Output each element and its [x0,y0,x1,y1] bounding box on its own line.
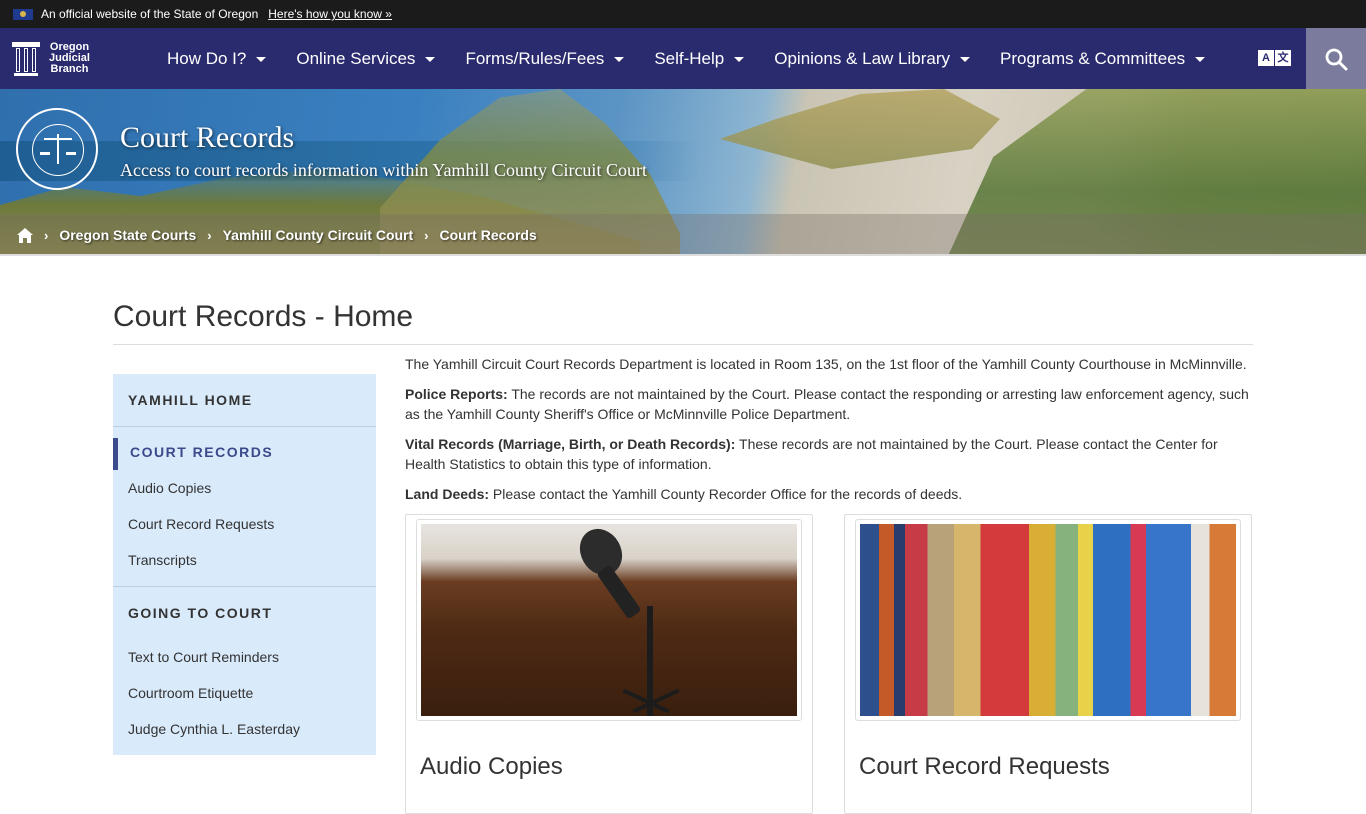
card-audio-copies[interactable]: Audio Copies [405,514,813,814]
sidebar-item-text-reminders[interactable]: Text to Court Reminders [113,639,376,675]
file-folders-image [860,524,1236,716]
nav-forms-rules-fees[interactable]: Forms/Rules/Fees [465,49,625,69]
how-you-know-link[interactable]: Here's how you know » [268,7,392,21]
sidebar-nav: YAMHILL HOME COURT RECORDS Audio Copies … [113,374,376,755]
oregon-flag-icon [13,8,33,20]
nav-menu: How Do I? Online Services Forms/Rules/Fe… [167,49,1235,69]
logo-text: Oregon Judicial Branch [49,41,90,75]
breadcrumb-yamhill-county[interactable]: Yamhill County Circuit Court [223,227,414,243]
sidebar-item-court-records[interactable]: COURT RECORDS [113,438,376,470]
page-title: Court Records - Home [113,300,1253,345]
nav-programs-committees[interactable]: Programs & Committees [1000,49,1206,69]
search-icon [1325,48,1348,70]
caret-down-icon [734,57,745,62]
official-text: An official website of the State of Oreg… [41,7,259,21]
chevron-right-icon: › [424,227,429,243]
microphone-image [421,524,797,716]
nav-self-help[interactable]: Self-Help [654,49,745,69]
home-icon[interactable] [17,227,33,243]
police-reports-paragraph: Police Reports: The records are not main… [405,386,1249,422]
card-title[interactable]: Court Record Requests [859,755,1241,779]
caret-down-icon [960,57,970,62]
breadcrumb: › Oregon State Courts › Yamhill County C… [0,214,1366,256]
card-image[interactable] [416,519,802,721]
sidebar-item-yamhill-home[interactable]: YAMHILL HOME [113,374,376,426]
sidebar-section: COURT RECORDS Audio Copies Court Record … [113,438,376,587]
sidebar-section: YAMHILL HOME [113,374,376,427]
chevron-right-icon: › [207,227,212,243]
main-content: The Yamhill Circuit Court Records Depart… [405,354,1253,814]
sidebar-item-court-record-requests[interactable]: Court Record Requests [113,506,376,542]
sidebar-item-audio-copies[interactable]: Audio Copies [113,470,376,506]
search-button[interactable] [1306,28,1366,89]
sidebar-section: GOING TO COURT Text to Court Reminders C… [113,587,376,755]
card-court-record-requests[interactable]: Court Record Requests [844,514,1252,814]
page-content: Court Records - Home YAMHILL HOME COURT … [113,256,1253,814]
breadcrumb-court-records[interactable]: Court Records [440,227,537,243]
translate-icon-a: A [1258,50,1274,66]
nav-how-do-i[interactable]: How Do I? [167,49,267,69]
breadcrumb-oregon-state-courts[interactable]: Oregon State Courts [59,227,196,243]
sidebar-item-judge-easterday[interactable]: Judge Cynthia L. Easterday [113,711,376,747]
hero-title: Court Records [120,121,295,154]
intro-paragraph: The Yamhill Circuit Court Records Depart… [405,356,1247,372]
vital-records-paragraph: Vital Records (Marriage, Birth, or Death… [405,436,1218,472]
hero-grass [720,89,1000,169]
caret-down-icon [614,57,625,62]
card-grid: Audio Copies Court Record Requests [405,514,1253,814]
main-navbar: Oregon Judicial Branch How Do I? Online … [0,28,1366,89]
hero-banner: Court Records Access to court records in… [0,89,1366,256]
translate-button[interactable]: A 文 [1258,50,1292,66]
land-deeds-paragraph: Land Deeds: Please contact the Yamhill C… [405,486,963,502]
pillar-icon [12,41,40,76]
nav-online-services[interactable]: Online Services [296,49,436,69]
translate-icon-b: 文 [1275,50,1291,66]
caret-down-icon [256,57,267,62]
nav-opinions-law-library[interactable]: Opinions & Law Library [774,49,970,69]
card-image[interactable] [855,519,1241,721]
card-title[interactable]: Audio Copies [420,755,802,779]
caret-down-icon [425,57,436,62]
sidebar-item-courtroom-etiquette[interactable]: Courtroom Etiquette [113,675,376,711]
ojd-logo[interactable]: Oregon Judicial Branch [0,41,160,76]
chevron-right-icon: › [44,227,49,243]
official-banner: An official website of the State of Oreg… [0,0,1366,28]
caret-down-icon [1195,57,1206,62]
hero-subtitle: Access to court records information with… [120,160,647,180]
judicial-seal-icon [16,108,98,190]
sidebar-item-transcripts[interactable]: Transcripts [113,542,376,578]
sidebar-item-going-to-court[interactable]: GOING TO COURT [113,587,376,639]
